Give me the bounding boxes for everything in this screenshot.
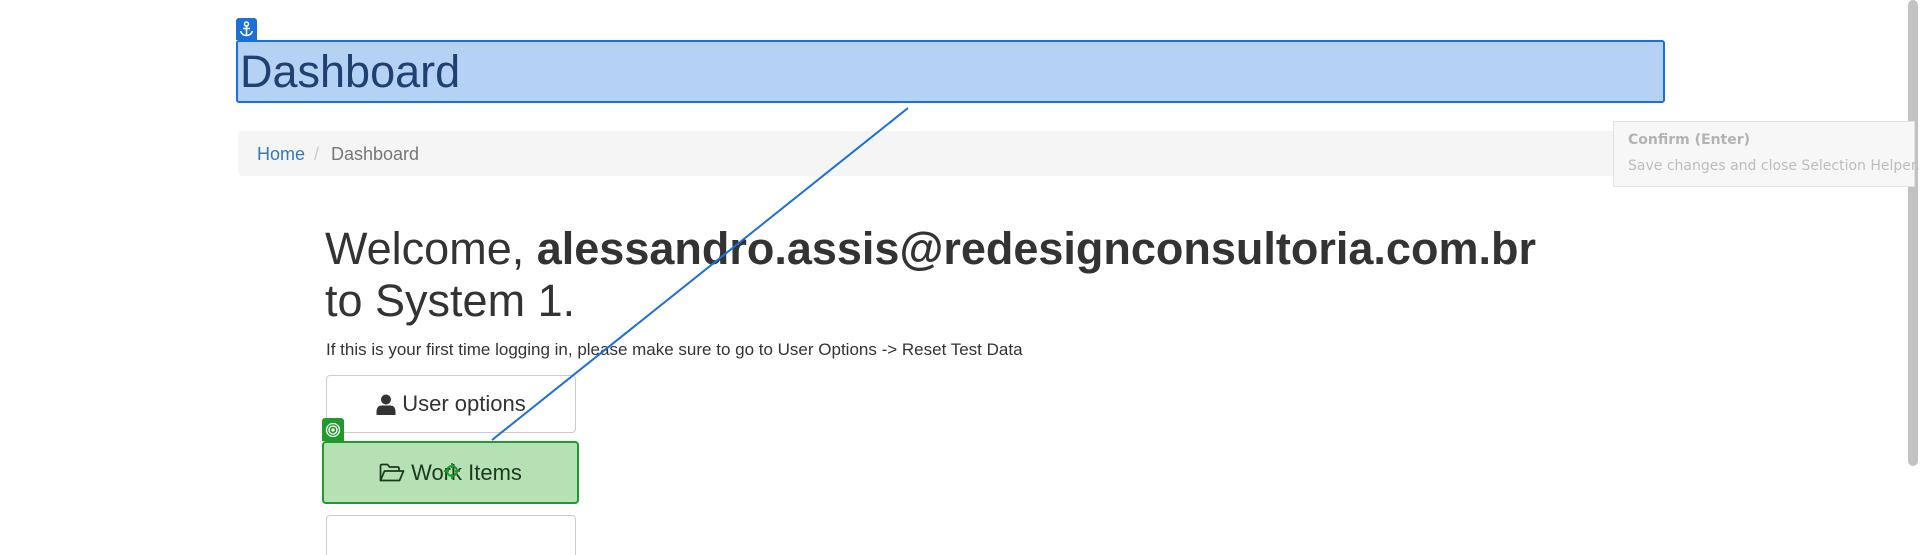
- user-options-label: User options: [402, 391, 526, 416]
- user-options-button[interactable]: User options: [326, 375, 576, 433]
- anchor-icon: [239, 21, 254, 37]
- third-button[interactable]: [326, 515, 576, 555]
- crosshair-cursor-icon: [444, 463, 460, 479]
- scrollbar-thumb[interactable]: [1908, 0, 1918, 466]
- helper-confirm-description: Save changes and close Selection Helper.: [1628, 158, 1920, 174]
- breadcrumb-home-link[interactable]: Home: [257, 144, 305, 164]
- breadcrumb-current: Dashboard: [331, 144, 420, 164]
- helper-confirm-title: Confirm (Enter): [1628, 132, 1751, 148]
- welcome-username: alessandro.assis@redesignconsultoria.com…: [536, 223, 1536, 274]
- target-icon: [325, 422, 341, 438]
- intro-text: If this is your first time logging in, p…: [326, 340, 1023, 359]
- anchor-badge: [236, 18, 257, 40]
- work-items-label: Work Items: [411, 459, 522, 485]
- page-title: Dashboard: [240, 46, 461, 97]
- breadcrumb-separator: /: [314, 144, 320, 164]
- welcome-heading: Welcome, alessandro.assis@redesignconsul…: [325, 223, 1625, 327]
- welcome-suffix: to System 1.: [325, 275, 576, 326]
- welcome-prefix: Welcome,: [325, 223, 537, 274]
- page-title-highlight[interactable]: Dashboard: [236, 40, 1665, 103]
- selection-helper-tooltip: Confirm (Enter) Save changes and close S…: [1613, 121, 1920, 187]
- folder-open-icon: [379, 463, 405, 483]
- target-badge: [322, 418, 344, 441]
- user-icon: [376, 394, 396, 415]
- breadcrumb: Home / Dashboard: [238, 131, 1665, 176]
